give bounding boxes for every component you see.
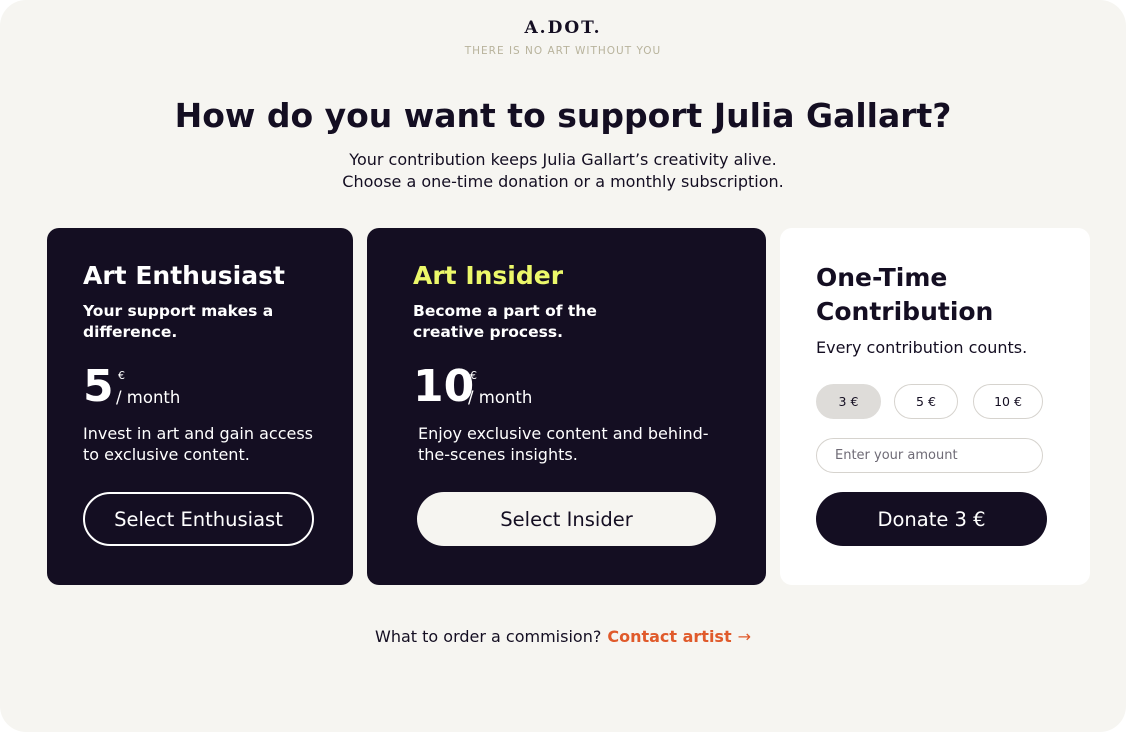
brand-tagline: THERE IS NO ART WITHOUT YOU xyxy=(464,45,662,57)
custom-amount-input[interactable] xyxy=(816,438,1043,473)
one-time-card: One-Time Contribution Every contribution… xyxy=(780,228,1090,585)
page-title: How do you want to support Julia Gallart… xyxy=(174,96,952,135)
one-time-subtitle: Every contribution counts. xyxy=(816,338,1028,357)
select-insider-button[interactable]: Select Insider xyxy=(417,492,716,546)
plan-card-enthusiast: Art Enthusiast Your support makes a diff… xyxy=(47,228,353,585)
donate-button[interactable]: Donate 3 € xyxy=(816,492,1047,546)
amount-chip-10[interactable]: 10 € xyxy=(973,384,1043,419)
plan-period: / month xyxy=(468,388,533,407)
plan-description: Enjoy exclusive content and behind-the-s… xyxy=(418,424,709,464)
footer-question: What to order a commision? xyxy=(375,627,602,646)
amount-chip-3[interactable]: 3 € xyxy=(816,384,881,419)
contact-artist-link[interactable]: Contact artist xyxy=(607,627,731,646)
plan-tagline: Your support makes a difference. xyxy=(83,302,274,341)
plan-title: Art Insider xyxy=(413,261,564,290)
page-frame: A.DOT. THERE IS NO ART WITHOUT YOU How d… xyxy=(0,0,1126,732)
plan-card-insider: Art Insider Become a part of the creativ… xyxy=(367,228,766,585)
plan-description: Invest in art and gain access to exclusi… xyxy=(83,424,314,464)
plan-currency: € xyxy=(470,369,477,382)
select-enthusiast-button[interactable]: Select Enthusiast xyxy=(83,492,314,546)
page-subtitle-line-1: Your contribution keeps Julia Gallart’s … xyxy=(349,150,777,169)
plan-title: Art Enthusiast xyxy=(83,261,285,290)
plan-currency: € xyxy=(118,369,125,382)
plan-period: / month xyxy=(116,388,181,407)
brand-logo[interactable]: A.DOT. xyxy=(0,18,1126,38)
plan-price: 5 xyxy=(83,361,114,412)
arrow-right-icon[interactable]: → xyxy=(738,627,751,646)
plan-price: 10 xyxy=(413,361,475,412)
plan-tagline: Become a part of the creative process. xyxy=(413,302,597,341)
one-time-title: One-Time Contribution xyxy=(816,263,994,326)
footer-commission: What to order a commision? Contact artist… xyxy=(0,627,1126,646)
page-subtitle-line-2: Choose a one-time donation or a monthly … xyxy=(342,172,784,191)
amount-chip-5[interactable]: 5 € xyxy=(894,384,958,419)
